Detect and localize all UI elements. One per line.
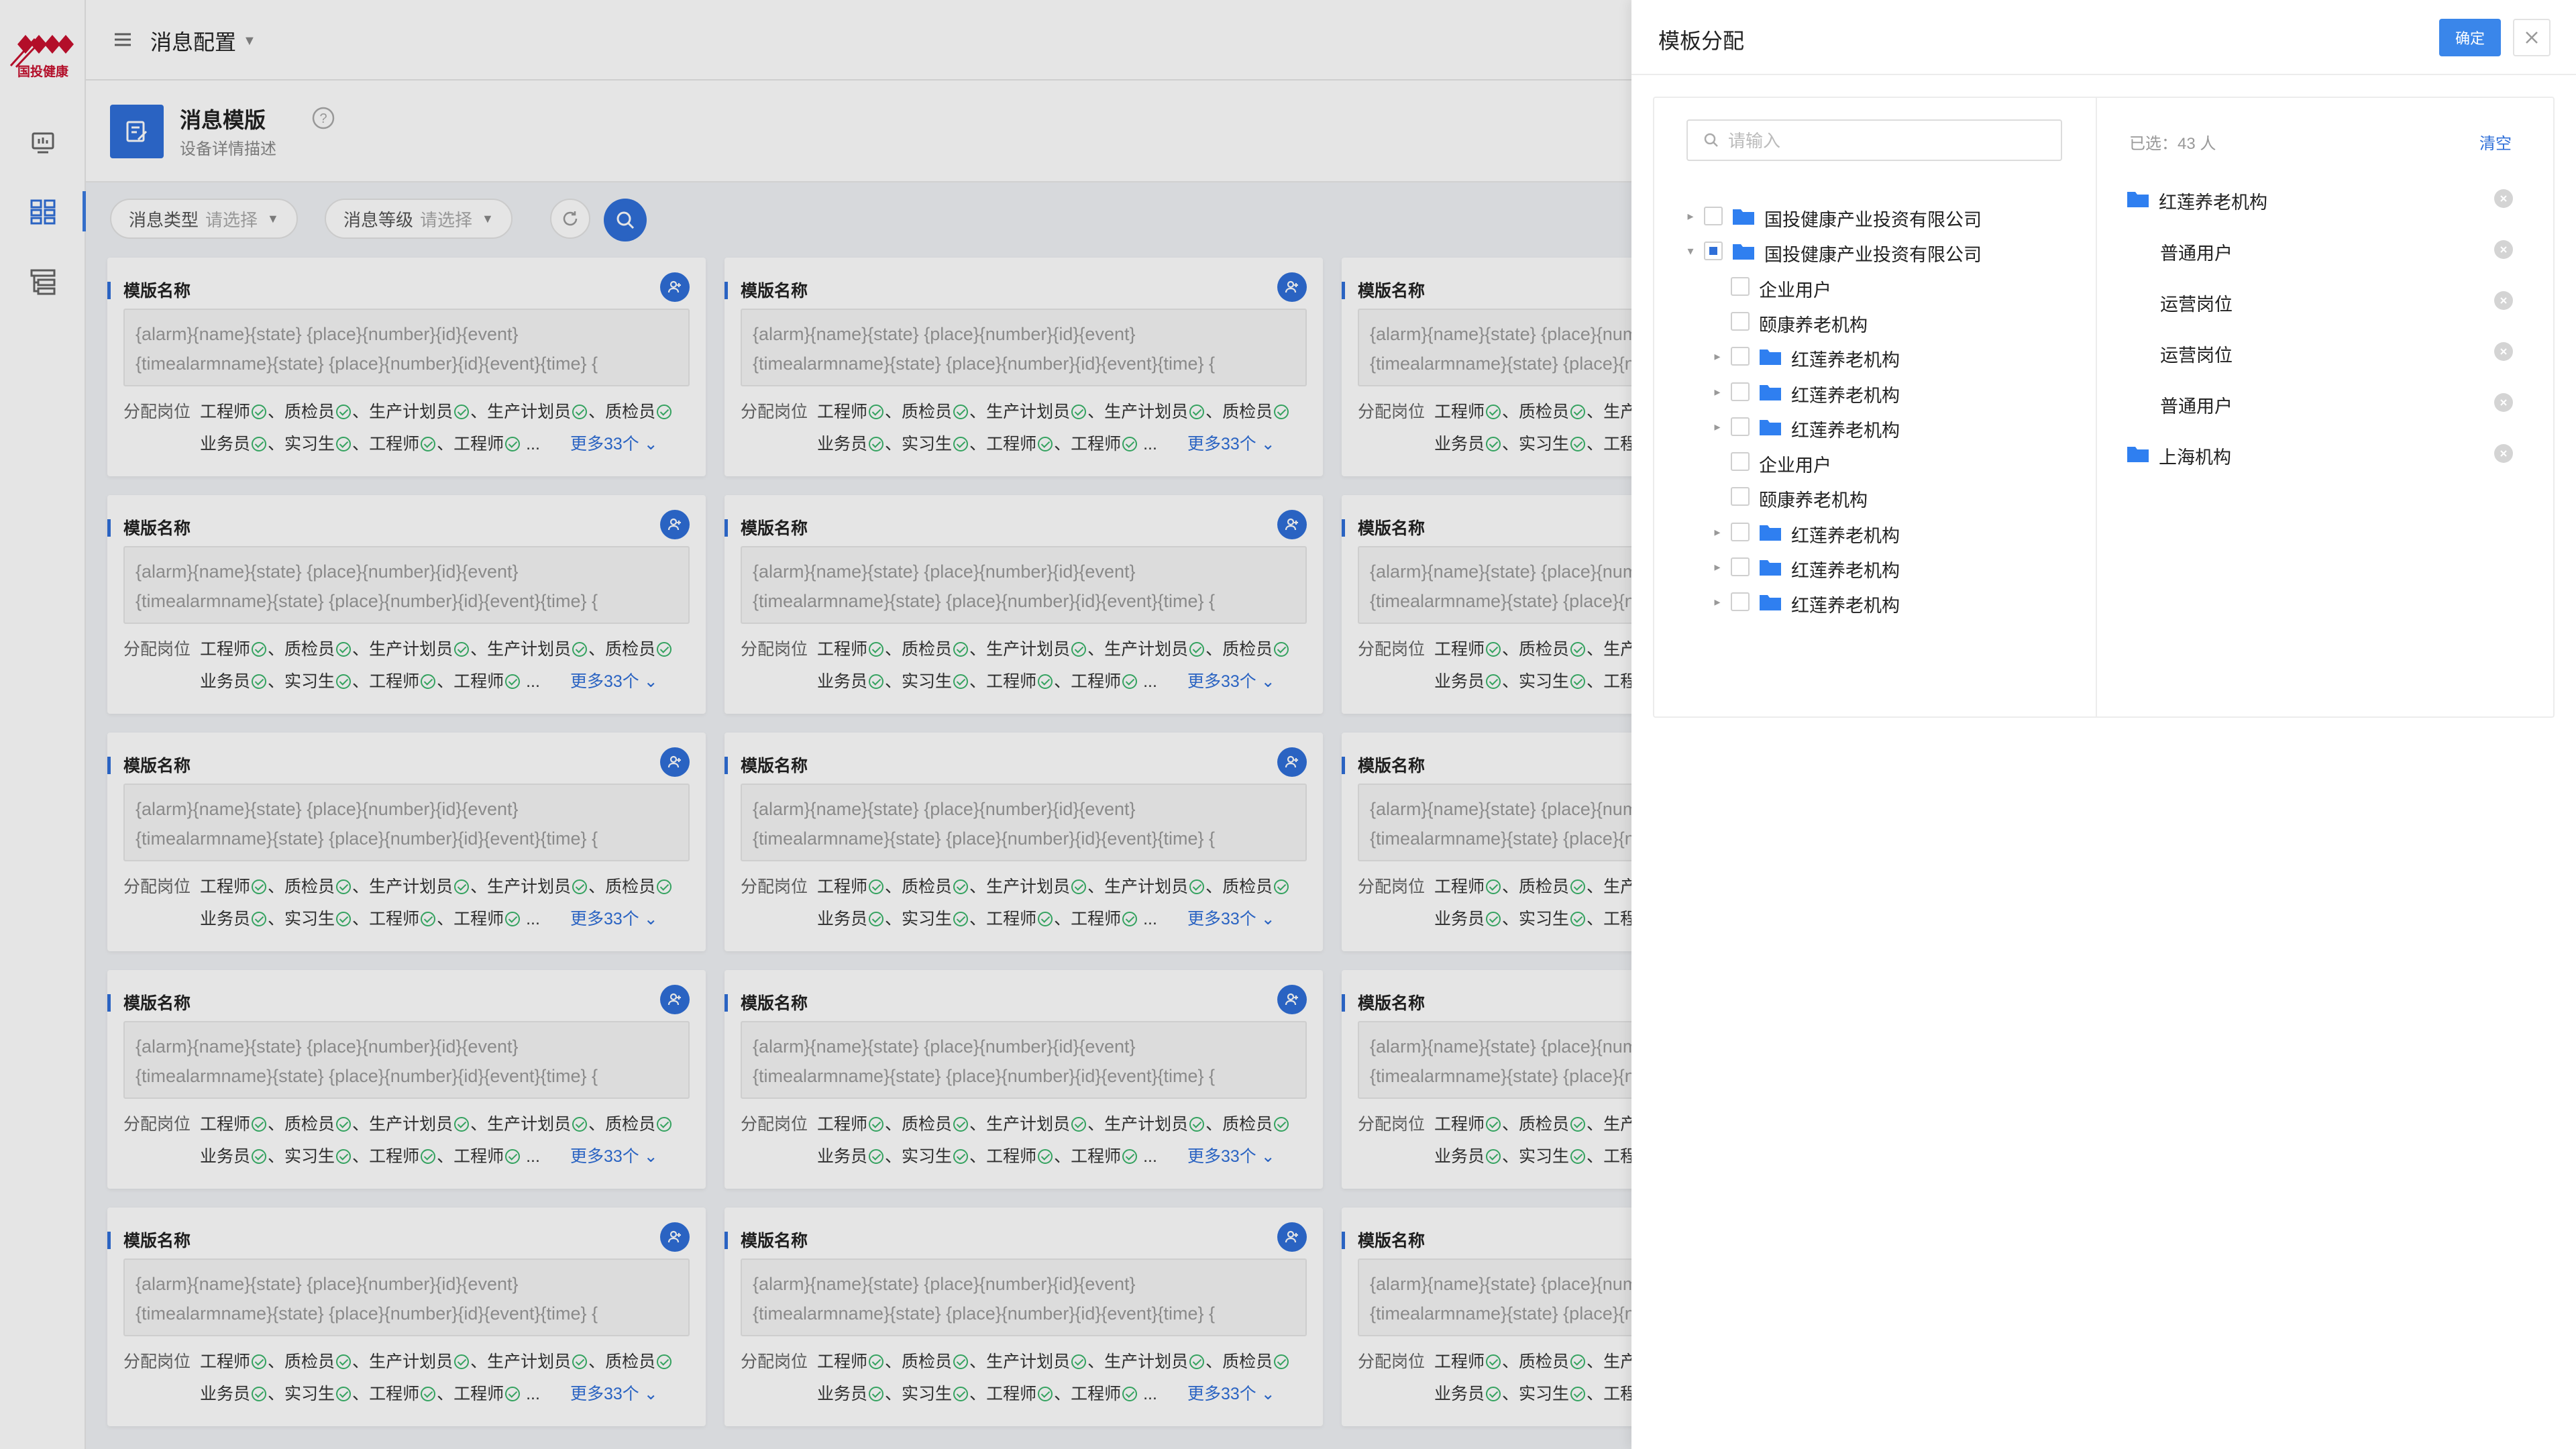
close-icon	[2500, 297, 2507, 304]
folder-icon	[2127, 447, 2149, 462]
folder-icon	[2127, 192, 2149, 207]
tree-node-label: 红莲养老机构	[1791, 420, 1900, 441]
selected-item-label: 运营岗位	[2160, 345, 2233, 366]
close-icon	[2500, 450, 2507, 457]
tree-node[interactable]: ▸ 红莲养老机构	[1654, 374, 2090, 409]
tree-node-label: 颐康养老机构	[1759, 490, 1868, 511]
drawer-header: 模板分配 确定	[1631, 0, 2576, 75]
caret-right-icon[interactable]: ▸	[1711, 384, 1724, 400]
remove-button[interactable]	[2494, 342, 2513, 361]
tree-checkbox[interactable]	[1731, 487, 1750, 506]
tree-search-input[interactable]	[1728, 126, 2050, 156]
close-icon	[2500, 348, 2507, 355]
tree-checkbox[interactable]	[1731, 311, 1750, 331]
tree-checkbox[interactable]	[1731, 592, 1750, 612]
folder-icon	[1760, 525, 1781, 541]
caret-down-icon[interactable]: ▾	[1684, 243, 1697, 259]
selected-item-label: 红莲养老机构	[2159, 193, 2267, 213]
tree-checkbox[interactable]	[1704, 241, 1723, 261]
close-button[interactable]	[2513, 19, 2551, 56]
tree-node[interactable]: ▸ 红莲养老机构	[1654, 339, 2090, 374]
tree-node[interactable]: ▸ 红莲养老机构	[1654, 584, 2090, 619]
remove-button[interactable]	[2494, 189, 2513, 208]
folder-icon	[1760, 595, 1781, 611]
caret-right-icon[interactable]: ▸	[1711, 524, 1724, 540]
tree-node[interactable]: 企业用户	[1654, 444, 2090, 479]
selected-item: 普通用户	[2110, 385, 2553, 420]
tree-node[interactable]: ▸ 国投健康产业投资有限公司	[1654, 199, 2090, 233]
selected-item: 普通用户	[2110, 232, 2553, 267]
selected-item-label: 运营岗位	[2160, 294, 2233, 315]
folder-icon	[1733, 209, 1754, 225]
tree-checkbox[interactable]	[1731, 276, 1750, 296]
remove-button[interactable]	[2494, 444, 2513, 463]
tree-node-label: 企业用户	[1759, 280, 1831, 301]
selected-item: 上海机构	[2110, 436, 2553, 471]
selected-item-label: 普通用户	[2160, 244, 2233, 264]
selected-item-label: 普通用户	[2160, 396, 2233, 417]
tree-node-label: 红莲养老机构	[1791, 561, 1900, 581]
selected-count: 已选：43 人	[2129, 135, 2216, 153]
tree-node-label: 红莲养老机构	[1791, 385, 1900, 406]
tree-node-label: 国投健康产业投资有限公司	[1764, 210, 1982, 230]
folder-icon	[1760, 560, 1781, 576]
tree-node[interactable]: ▸ 红莲养老机构	[1654, 549, 2090, 584]
tree-node-label: 红莲养老机构	[1791, 525, 1900, 546]
remove-button[interactable]	[2494, 240, 2513, 259]
tree-checkbox[interactable]	[1731, 347, 1750, 366]
tree-checkbox[interactable]	[1731, 382, 1750, 401]
tree-checkbox[interactable]	[1704, 207, 1723, 225]
tree-node[interactable]: ▸ 红莲养老机构	[1654, 409, 2090, 444]
tree-search-box	[1686, 119, 2062, 161]
tree-checkbox[interactable]	[1731, 452, 1750, 472]
caret-right-icon[interactable]: ▸	[1684, 208, 1697, 224]
clear-link[interactable]: 清空	[2479, 130, 2512, 154]
folder-icon	[1760, 419, 1781, 435]
close-icon	[2500, 399, 2507, 406]
selected-item-label: 上海机构	[2159, 447, 2231, 468]
tree-node[interactable]: ▾ 国投健康产业投资有限公司	[1654, 233, 2090, 268]
tree-node-label: 红莲养老机构	[1791, 350, 1900, 371]
tree-node-label: 颐康养老机构	[1759, 315, 1868, 335]
panel-divider	[2096, 98, 2097, 716]
tree-checkbox[interactable]	[1731, 417, 1750, 436]
assign-panel: ▸国投健康产业投资有限公司▾国投健康产业投资有限公司企业用户颐康养老机构▸红莲养…	[1653, 97, 2555, 718]
tree-node-label: 国投健康产业投资有限公司	[1764, 245, 1982, 266]
tree-node-label: 红莲养老机构	[1791, 596, 1900, 616]
tree-node[interactable]: 颐康养老机构	[1654, 479, 2090, 514]
selected-item: 运营岗位	[2110, 283, 2553, 318]
caret-right-icon[interactable]: ▸	[1711, 348, 1724, 364]
remove-button[interactable]	[2494, 291, 2513, 310]
tree-checkbox[interactable]	[1731, 557, 1750, 576]
close-icon	[2500, 246, 2507, 253]
confirm-button[interactable]: 确定	[2439, 19, 2501, 56]
selected-item: 红莲养老机构	[2110, 181, 2553, 216]
close-icon	[2500, 195, 2507, 202]
remove-button[interactable]	[2494, 393, 2513, 412]
selected-item: 运营岗位	[2110, 334, 2553, 369]
tree-node[interactable]: ▸ 红莲养老机构	[1654, 515, 2090, 549]
tree-node[interactable]: 企业用户	[1654, 269, 2090, 304]
search-icon	[1704, 133, 1718, 147]
folder-icon	[1760, 350, 1781, 366]
modal-overlay[interactable]	[0, 0, 1631, 1449]
caret-right-icon[interactable]: ▸	[1711, 559, 1724, 575]
drawer-title: 模板分配	[1658, 29, 1745, 53]
template-assign-drawer: 模板分配 确定 ▸国投健康产业投资有限公司▾国投健康产业投资有限公司企业用户颐康…	[1631, 0, 2576, 1449]
tree-node-label: 企业用户	[1759, 455, 1831, 476]
tree-checkbox[interactable]	[1731, 522, 1750, 541]
close-icon	[2526, 32, 2538, 44]
folder-icon	[1733, 244, 1754, 260]
folder-icon	[1760, 384, 1781, 400]
caret-right-icon[interactable]: ▸	[1711, 419, 1724, 435]
tree-node[interactable]: 颐康养老机构	[1654, 304, 2090, 339]
caret-right-icon[interactable]: ▸	[1711, 594, 1724, 610]
